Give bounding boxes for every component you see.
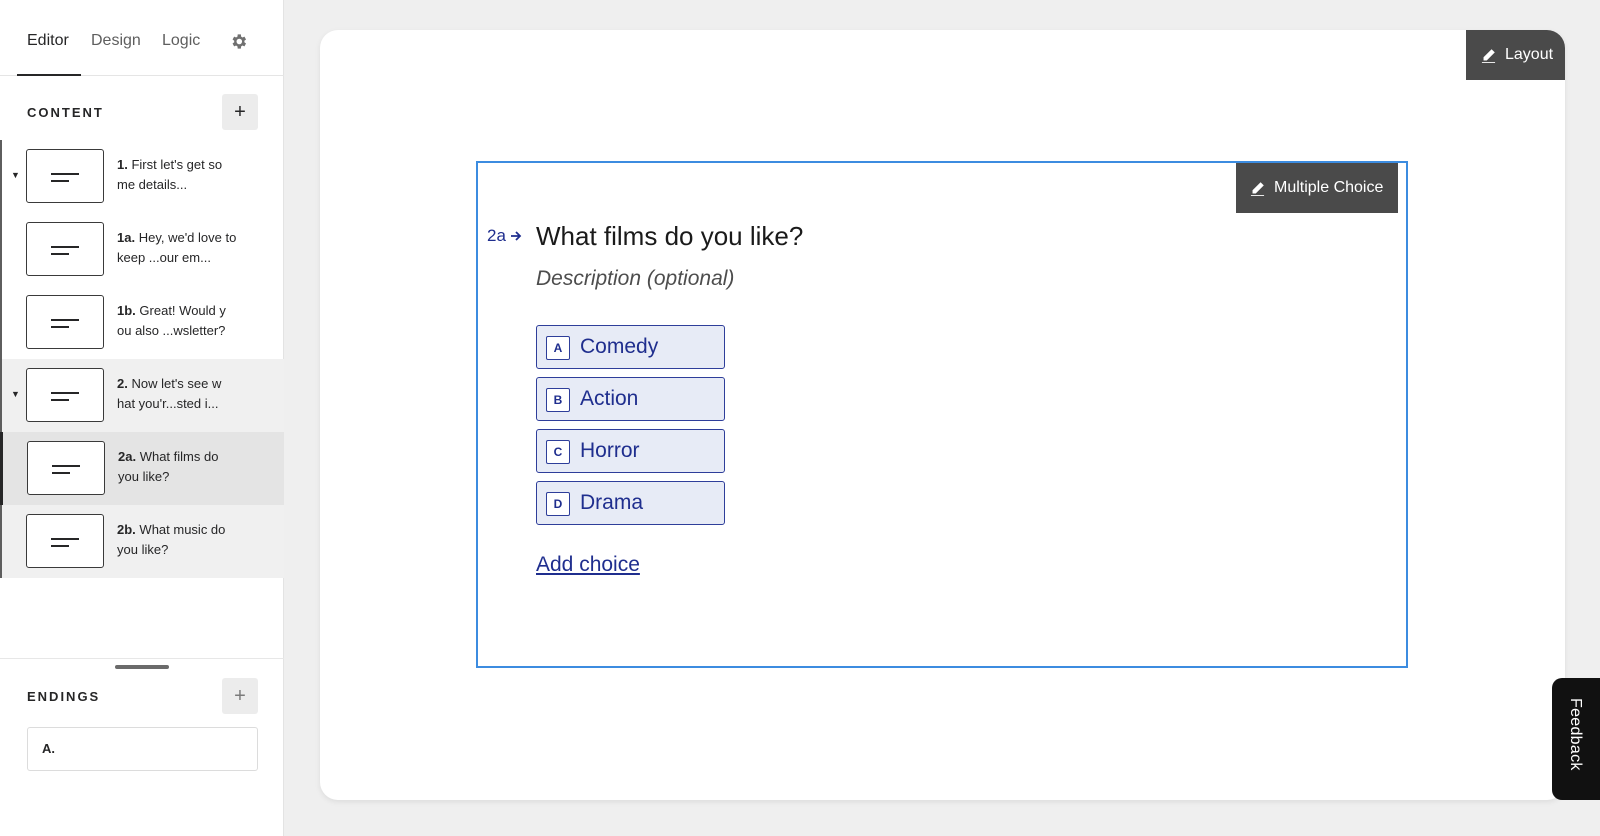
tab-logic[interactable]: Logic: [162, 32, 200, 50]
choice-label: Horror: [580, 439, 640, 462]
text-block-icon: [26, 149, 104, 203]
text-block-icon: [26, 222, 104, 276]
panel-divider: [0, 658, 284, 659]
list-item-label: 1a. Hey, we'd love to keep ...our em...: [117, 230, 237, 265]
choice-key: C: [546, 440, 570, 464]
list-item-selected[interactable]: 2a. What films do you like?: [0, 432, 284, 505]
add-content-button[interactable]: +: [222, 94, 258, 130]
list-item[interactable]: 1b. Great! Would y ou also ...wsletter?: [0, 286, 284, 359]
choice-label: Comedy: [580, 335, 659, 358]
feedback-tab[interactable]: Feedback: [1552, 678, 1600, 800]
editor-tabs: Editor Design Logic: [0, 0, 284, 76]
add-ending-button[interactable]: +: [222, 678, 258, 714]
resize-handle[interactable]: [115, 665, 169, 669]
list-item[interactable]: 1a. Hey, we'd love to keep ...our em...: [0, 213, 284, 286]
active-tab-indicator: [17, 74, 81, 76]
tab-editor[interactable]: Editor: [27, 32, 69, 50]
content-list: ▼ 1. First let's get so me details... 1a…: [0, 140, 284, 578]
caret-down-icon[interactable]: ▼: [11, 170, 20, 180]
content-heading: CONTENT: [27, 105, 104, 120]
choice-key: A: [546, 336, 570, 360]
pencil-icon: [1250, 181, 1265, 196]
question-type-button[interactable]: Multiple Choice: [1236, 163, 1398, 213]
choice-key: B: [546, 388, 570, 412]
tab-design[interactable]: Design: [91, 32, 141, 50]
list-item[interactable]: 2b. What music do you like?: [0, 505, 284, 578]
caret-down-icon[interactable]: ▼: [11, 389, 20, 399]
layout-button[interactable]: Layout: [1466, 30, 1565, 80]
list-item-label: 2a. What films do you like?: [118, 449, 219, 484]
list-item-label: 2. Now let's see w hat you'r...sted i...: [117, 376, 222, 411]
choice-key: D: [546, 492, 570, 516]
sidebar: Editor Design Logic CONTENT + ▼ 1. First…: [0, 0, 284, 836]
ending-item[interactable]: A.: [27, 727, 258, 771]
choice-option[interactable]: C Horror: [536, 429, 725, 473]
list-item-label: 1b. Great! Would y ou also ...wsletter?: [117, 303, 226, 338]
choice-label: Action: [580, 387, 639, 410]
list-item[interactable]: ▼ 1. First let's get so me details...: [0, 140, 284, 213]
choice-option[interactable]: B Action: [536, 377, 725, 421]
layout-button-label: Layout: [1505, 46, 1554, 63]
gear-icon[interactable]: [229, 32, 248, 51]
text-block-icon: [27, 441, 105, 495]
description-field[interactable]: Description (optional): [536, 267, 734, 291]
text-block-icon: [26, 368, 104, 422]
question-type-label: Multiple Choice: [1274, 179, 1384, 196]
arrow-right-icon: [510, 231, 522, 241]
choice-label: Drama: [580, 491, 644, 514]
feedback-label: Feedback: [1567, 698, 1584, 771]
pencil-icon: [1481, 48, 1496, 63]
choice-option[interactable]: D Drama: [536, 481, 725, 525]
choice-option[interactable]: A Comedy: [536, 325, 725, 369]
form-canvas: Layout Multiple Choice 2a What films do …: [320, 30, 1565, 800]
list-item[interactable]: ▼ 2. Now let's see w hat you'r...sted i.…: [0, 359, 284, 432]
add-choice-link[interactable]: Add choice: [536, 553, 640, 577]
text-block-icon: [26, 514, 104, 568]
question-number: 2a: [487, 226, 522, 246]
list-item-label: 2b. What music do you like?: [117, 522, 226, 557]
text-block-icon: [26, 295, 104, 349]
question-title[interactable]: What films do you like?: [536, 221, 803, 252]
question-block[interactable]: Multiple Choice 2a What films do you lik…: [476, 161, 1408, 668]
endings-heading: ENDINGS: [27, 689, 101, 704]
list-item-label: 1. First let's get so me details...: [117, 157, 223, 192]
